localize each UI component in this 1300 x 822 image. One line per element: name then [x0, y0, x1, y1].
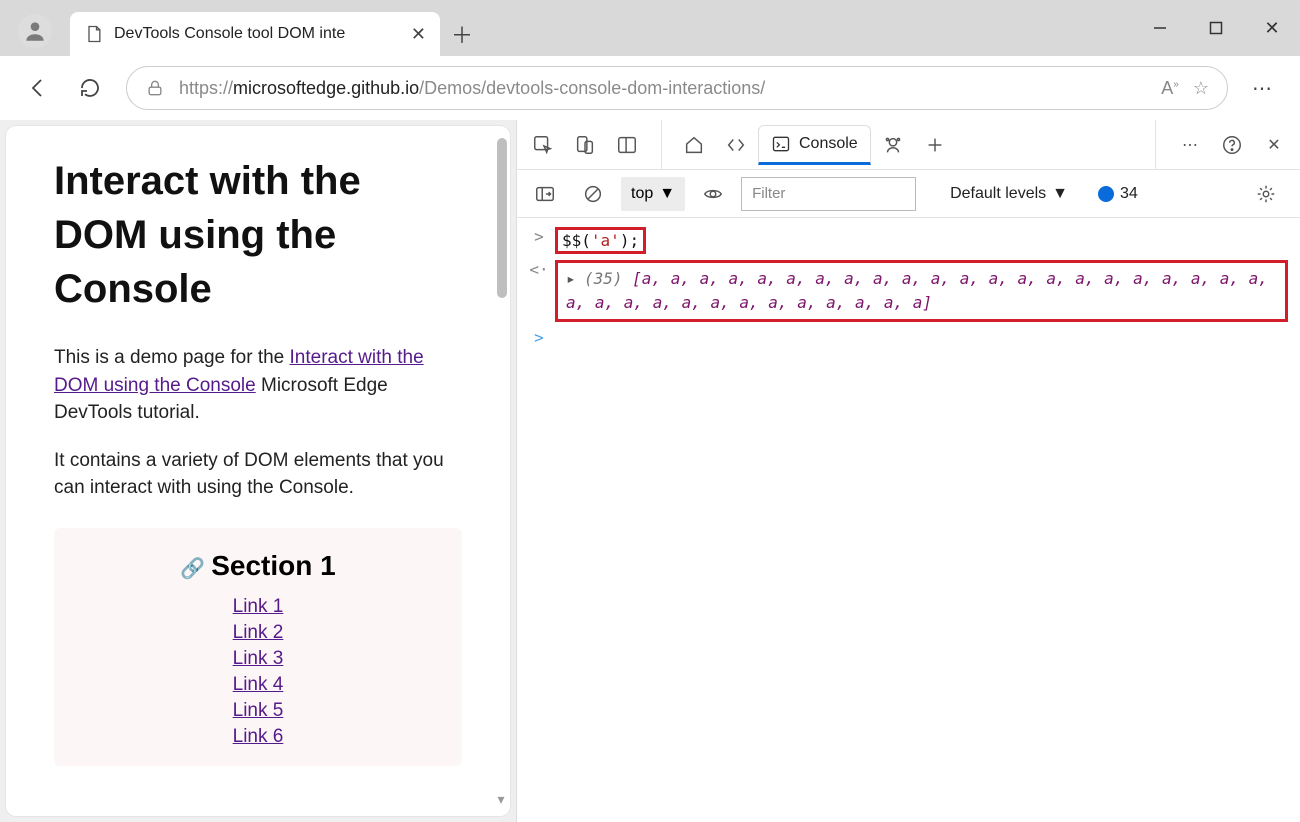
- devtools-tabbar: Console ⋯ ✕: [517, 120, 1300, 170]
- devtools-panel: Console ⋯ ✕ top▼ Filter Default levels▼ …: [516, 120, 1300, 822]
- page-viewport: Interact with the DOM using the Console …: [0, 120, 516, 822]
- result-array: [a, a, a, a, a, a, a, a, a, a, a, a, a, …: [566, 269, 1268, 312]
- tab-close-button[interactable]: ✕: [411, 24, 426, 45]
- refresh-button[interactable]: [68, 66, 112, 110]
- section-link[interactable]: Link 2: [233, 622, 284, 644]
- output-marker-icon: <·: [529, 260, 549, 279]
- lock-icon: [145, 78, 165, 98]
- console-output[interactable]: > $$('a'); <· ▸ (35) [a, a, a, a, a, a, a…: [517, 218, 1300, 822]
- console-tab[interactable]: Console: [758, 125, 871, 165]
- clear-console-button[interactable]: [573, 174, 613, 214]
- address-bar[interactable]: https://microsoftedge.github.io/Demos/de…: [126, 66, 1228, 110]
- page-heading: Interact with the DOM using the Console: [54, 154, 462, 316]
- window-controls: ✕: [1132, 0, 1300, 56]
- result-count: (35): [584, 269, 623, 288]
- close-window-button[interactable]: ✕: [1244, 0, 1300, 56]
- devtools-menu-button[interactable]: ⋯: [1170, 125, 1210, 165]
- new-tab-button[interactable]: ＋: [440, 12, 484, 56]
- console-settings-button[interactable]: [1246, 174, 1286, 214]
- execution-context-selector[interactable]: top▼: [621, 177, 685, 211]
- section-heading: 🔗Section 1: [74, 550, 442, 582]
- tab-title: DevTools Console tool DOM inte: [114, 25, 401, 43]
- issues-dot-icon: [1098, 186, 1114, 202]
- filter-input[interactable]: Filter: [741, 177, 916, 211]
- welcome-tab[interactable]: [674, 125, 714, 165]
- page-intro: This is a demo page for the Interact wit…: [54, 344, 462, 427]
- live-expression-button[interactable]: [693, 174, 733, 214]
- browser-titlebar: DevTools Console tool DOM inte ✕ ＋ ✕: [0, 0, 1300, 56]
- console-input-highlight: $$('a');: [555, 227, 646, 254]
- issues-counter[interactable]: 34: [1098, 185, 1138, 203]
- dock-side-button[interactable]: [607, 125, 647, 165]
- url-text: https://microsoftedge.github.io/Demos/de…: [179, 78, 1147, 99]
- section-link[interactable]: Link 4: [233, 674, 284, 696]
- section-link[interactable]: Link 6: [233, 726, 284, 748]
- page-icon: [84, 24, 104, 44]
- browser-menu-button[interactable]: ⋯: [1242, 76, 1284, 101]
- page-paragraph: It contains a variety of DOM elements th…: [54, 447, 462, 502]
- maximize-button[interactable]: [1188, 0, 1244, 56]
- anchor-icon: 🔗: [180, 558, 205, 580]
- console-toolbar: top▼ Filter Default levels▼ 34: [517, 170, 1300, 218]
- section-card: 🔗Section 1 Link 1 Link 2 Link 3 Link 4 L…: [54, 528, 462, 766]
- read-aloud-button[interactable]: A»: [1161, 78, 1179, 99]
- console-result-highlight: ▸ (35) [a, a, a, a, a, a, a, a, a, a, a, …: [555, 260, 1288, 322]
- minimize-button[interactable]: [1132, 0, 1188, 56]
- help-button[interactable]: [1212, 125, 1252, 165]
- section-link[interactable]: Link 3: [233, 648, 284, 670]
- sources-tab[interactable]: [873, 125, 913, 165]
- expand-icon[interactable]: ▸: [566, 267, 578, 291]
- section-link[interactable]: Link 1: [233, 596, 284, 618]
- toggle-sidebar-button[interactable]: [525, 174, 565, 214]
- device-emulation-button[interactable]: [565, 125, 605, 165]
- elements-tab[interactable]: [716, 125, 756, 165]
- section-link[interactable]: Link 5: [233, 700, 284, 722]
- input-marker-icon: >: [529, 227, 549, 246]
- prompt-marker-icon: >: [529, 328, 549, 347]
- console-tab-label: Console: [799, 135, 858, 153]
- close-devtools-button[interactable]: ✕: [1254, 125, 1294, 165]
- more-tabs-button[interactable]: [915, 125, 955, 165]
- back-button[interactable]: [16, 66, 60, 110]
- browser-toolbar: https://microsoftedge.github.io/Demos/de…: [0, 56, 1300, 120]
- browser-tab[interactable]: DevTools Console tool DOM inte ✕: [70, 12, 440, 56]
- page-scrollbar[interactable]: ▾: [494, 132, 508, 810]
- inspect-element-button[interactable]: [523, 125, 563, 165]
- profile-button[interactable]: [18, 14, 52, 48]
- favorite-button[interactable]: ☆: [1193, 78, 1209, 99]
- log-levels-selector[interactable]: Default levels▼: [950, 185, 1068, 203]
